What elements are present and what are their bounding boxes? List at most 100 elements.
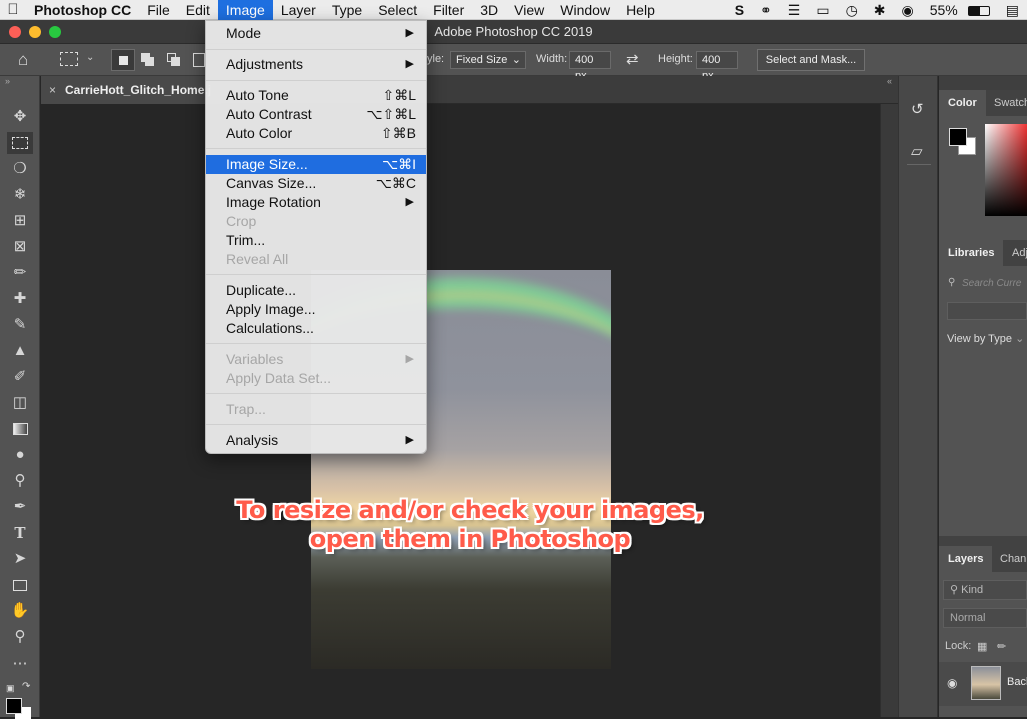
menu-window[interactable]: Window bbox=[552, 0, 618, 20]
color-panel-tabs: Color Swatch bbox=[939, 90, 1027, 116]
stamp-tool-icon[interactable]: ▲ bbox=[7, 340, 33, 362]
chevron-down-icon[interactable]: ⌄ bbox=[86, 52, 94, 63]
menu-3d[interactable]: 3D bbox=[472, 0, 506, 20]
wifi-icon[interactable]: ◉ bbox=[894, 0, 922, 20]
menu-item-image-size[interactable]: Image Size... ⌥⌘I bbox=[206, 155, 426, 174]
swap-colors-icon[interactable]: ↷ bbox=[22, 681, 30, 692]
apple-icon[interactable]:  bbox=[0, 1, 26, 18]
menu-photoshop[interactable]: Photoshop CC bbox=[26, 0, 139, 20]
bluetooth-icon[interactable]: ✱ bbox=[866, 0, 894, 20]
more-tools-icon[interactable]: ⋯ bbox=[7, 653, 33, 675]
gradient-tool-icon[interactable] bbox=[7, 418, 33, 440]
menu-type[interactable]: Type bbox=[324, 0, 370, 20]
marquee-tool-icon[interactable] bbox=[7, 132, 33, 154]
airplay-icon[interactable]: ▭ bbox=[808, 0, 837, 20]
menu-image[interactable]: Image bbox=[217, 0, 273, 20]
eye-icon[interactable]: ◉ bbox=[947, 676, 957, 690]
frame-tool-icon[interactable]: ⊠ bbox=[7, 236, 33, 258]
menu-item-calculations[interactable]: Calculations... bbox=[206, 319, 426, 338]
menu-layer[interactable]: Layer bbox=[273, 0, 324, 20]
menu-file[interactable]: File bbox=[139, 0, 178, 20]
menu-item-image-rotation[interactable]: Image Rotation ▶ bbox=[206, 193, 426, 212]
history-brush-icon[interactable]: ✐ bbox=[7, 366, 33, 388]
battery-icon[interactable] bbox=[960, 0, 998, 20]
menu-item-analysis[interactable]: Analysis ▶ bbox=[206, 431, 426, 450]
stack-icon[interactable]: ☰ bbox=[780, 0, 809, 20]
tab-color[interactable]: Color bbox=[939, 90, 986, 116]
view-by-type[interactable]: View by Type ⌄ bbox=[947, 332, 1024, 345]
menu-select[interactable]: Select bbox=[370, 0, 425, 20]
3d-panel-icon[interactable]: ▱ bbox=[911, 142, 923, 160]
document-tab[interactable]: × CarrieHott_Glitch_Home.j bbox=[41, 76, 221, 104]
menu-item-auto-tone[interactable]: Auto Tone ⇧⌘L bbox=[206, 86, 426, 105]
subtract-selection-icon[interactable] bbox=[167, 53, 181, 67]
quick-selection-icon[interactable]: ❄ bbox=[7, 184, 33, 206]
layer-row[interactable]: ◉ Back bbox=[939, 662, 1027, 706]
collapse-icon[interactable]: « bbox=[887, 76, 892, 86]
tab-channels[interactable]: Chan bbox=[991, 546, 1027, 572]
color-picker-field[interactable] bbox=[985, 124, 1027, 216]
creative-cloud-icon[interactable]: ⚭ bbox=[752, 0, 780, 20]
library-search-input[interactable]: Search Curre bbox=[962, 278, 1021, 289]
library-select[interactable] bbox=[947, 302, 1027, 320]
eraser-icon[interactable]: ◫ bbox=[7, 392, 33, 414]
width-input[interactable]: 400 px bbox=[569, 51, 611, 82]
zoom-tool-icon[interactable]: ⚲ bbox=[7, 626, 33, 648]
menu-item-mode[interactable]: Mode ▶ bbox=[206, 24, 426, 43]
vertical-scrollbar[interactable] bbox=[880, 104, 898, 717]
hand-tool-icon[interactable]: ✋ bbox=[7, 600, 33, 622]
menu-filter[interactable]: Filter bbox=[425, 0, 472, 20]
home-icon[interactable]: ⌂ bbox=[18, 50, 40, 70]
menu-item-auto-contrast[interactable]: Auto Contrast ⌥⇧⌘L bbox=[206, 105, 426, 124]
close-tab-icon[interactable]: × bbox=[49, 76, 56, 104]
menu-item-apply-image[interactable]: Apply Image... bbox=[206, 300, 426, 319]
blur-tool-icon[interactable]: ● bbox=[7, 444, 33, 466]
healing-brush-icon[interactable]: ✚ bbox=[7, 288, 33, 310]
menu-help[interactable]: Help bbox=[618, 0, 663, 20]
select-and-mask-button[interactable]: Select and Mask... bbox=[757, 49, 865, 71]
style-select[interactable]: Fixed Size ⌄ bbox=[450, 51, 526, 69]
new-selection-button[interactable] bbox=[111, 49, 135, 71]
default-colors-icon[interactable]: ▣ bbox=[6, 683, 15, 694]
collapse-icon[interactable]: » bbox=[5, 76, 10, 86]
pen-tool-icon[interactable]: ✒ bbox=[7, 496, 33, 518]
foreground-color-swatch[interactable] bbox=[6, 698, 22, 714]
blend-mode-select[interactable]: Normal bbox=[943, 608, 1027, 628]
rectangle-tool-icon[interactable] bbox=[7, 574, 33, 596]
tab-libraries[interactable]: Libraries bbox=[939, 240, 1004, 266]
notes-icon[interactable]: ▤ bbox=[998, 0, 1027, 20]
layer-kind-filter[interactable]: ⚲ Kind bbox=[943, 580, 1027, 600]
swap-icon[interactable]: ⇄ bbox=[626, 50, 639, 68]
lasso-tool-icon[interactable]: ❍ bbox=[7, 158, 33, 180]
tab-swatches[interactable]: Swatch bbox=[985, 90, 1027, 116]
script-s-icon[interactable]: S bbox=[727, 0, 752, 20]
time-machine-icon[interactable]: ◷ bbox=[838, 0, 866, 20]
move-tool-icon[interactable]: ✥ bbox=[7, 106, 33, 128]
menu-item-adjustments[interactable]: Adjustments ▶ bbox=[206, 55, 426, 74]
menu-edit[interactable]: Edit bbox=[178, 0, 218, 20]
eyedropper-icon[interactable]: ✏ bbox=[7, 262, 33, 284]
dodge-tool-icon[interactable]: ⚲ bbox=[7, 470, 33, 492]
shortcut: ⇧⌘B bbox=[380, 125, 416, 141]
history-panel-icon[interactable]: ↺ bbox=[911, 100, 924, 118]
intersect-selection-icon[interactable] bbox=[193, 53, 205, 67]
menu-item-duplicate[interactable]: Duplicate... bbox=[206, 281, 426, 300]
menu-item-auto-color[interactable]: Auto Color ⇧⌘B bbox=[206, 124, 426, 143]
lock-transparency-icon[interactable]: ▦ bbox=[977, 640, 987, 653]
menu-item-trim[interactable]: Trim... bbox=[206, 231, 426, 250]
foreground-color-swatch[interactable] bbox=[949, 128, 967, 146]
lock-paint-icon[interactable]: ✏ bbox=[997, 640, 1006, 653]
tab-adjustments[interactable]: Adj bbox=[1003, 240, 1027, 266]
brush-tool-icon[interactable]: ✎ bbox=[7, 314, 33, 336]
menu-separator bbox=[206, 424, 426, 425]
add-selection-icon[interactable] bbox=[141, 53, 155, 67]
crop-tool-icon[interactable]: ⊞ bbox=[7, 210, 33, 232]
height-input[interactable]: 400 px bbox=[696, 51, 738, 82]
menu-view[interactable]: View bbox=[506, 0, 552, 20]
path-selection-icon[interactable]: ➤ bbox=[7, 548, 33, 570]
menu-item-canvas-size[interactable]: Canvas Size... ⌥⌘C bbox=[206, 174, 426, 193]
marquee-tool-icon[interactable] bbox=[60, 52, 78, 66]
type-tool-icon[interactable]: T bbox=[7, 522, 33, 544]
layers-panel-tabs: Layers Chan bbox=[939, 546, 1027, 572]
tab-layers[interactable]: Layers bbox=[939, 546, 993, 572]
